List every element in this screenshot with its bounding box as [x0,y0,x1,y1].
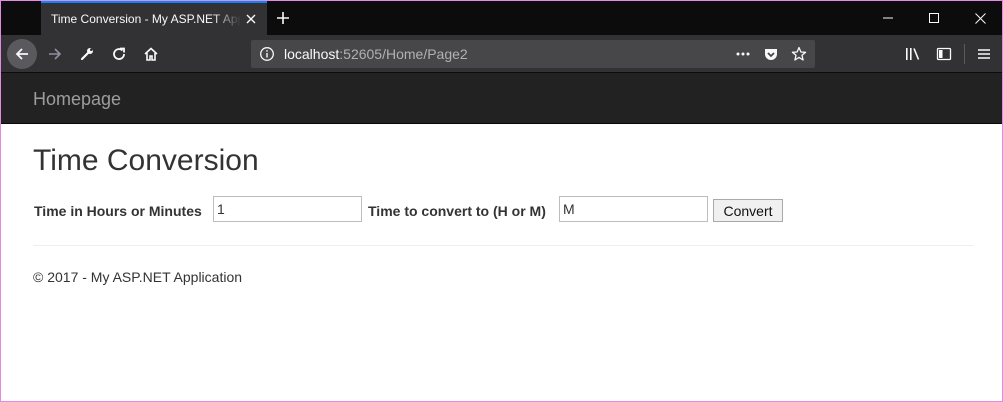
library-icon[interactable] [899,40,927,68]
url-text[interactable]: localhost:52605/Home/Page2 [284,46,468,62]
time-input[interactable] [213,196,362,222]
maximize-icon[interactable] [911,1,957,35]
footer-divider [33,245,973,246]
time-label: Time in Hours or Minutes [34,203,202,219]
conversion-form: Time in Hours or Minutes Time to convert… [33,196,973,222]
url-path: :52605/Home/Page2 [339,46,468,62]
unit-input[interactable] [559,196,708,222]
nav-toolbar: localhost:52605/Home/Page2 [1,35,1002,73]
tab-strip: Time Conversion - My ASP.NET Application [1,1,1002,35]
page-title: Time Conversion [33,144,259,177]
footer-text: © 2017 - My ASP.NET Application [33,269,243,285]
new-tab-plus-icon[interactable] [273,8,293,28]
brand-link[interactable]: Homepage [33,89,121,110]
pocket-icon[interactable] [763,46,779,62]
url-host: localhost [284,46,340,62]
close-window-icon[interactable] [957,1,1002,35]
tab-title: Time Conversion - My ASP.NET Application [51,12,241,26]
info-icon[interactable] [259,46,275,62]
forward-arrow-icon[interactable] [41,40,69,68]
star-icon[interactable] [791,46,807,62]
address-bar[interactable]: localhost:52605/Home/Page2 [251,40,815,68]
minimize-icon[interactable] [865,1,911,35]
back-arrow-icon[interactable] [7,39,37,69]
reload-icon[interactable] [105,40,133,68]
convert-button[interactable]: Convert [713,199,783,222]
home-icon[interactable] [137,40,165,68]
toolbar-separator [964,44,965,64]
unit-label: Time to convert to (H or M) [368,203,546,219]
site-navbar: Homepage [1,73,1002,124]
browser-window: Time Conversion - My ASP.NET Application [0,0,1003,402]
close-tab-icon[interactable] [243,11,259,27]
tab-active[interactable]: Time Conversion - My ASP.NET Application [41,1,267,35]
wrench-icon[interactable] [73,40,101,68]
hamburger-menu-icon[interactable] [970,40,998,68]
sidebar-icon[interactable] [930,40,958,68]
more-icon[interactable] [735,46,751,62]
